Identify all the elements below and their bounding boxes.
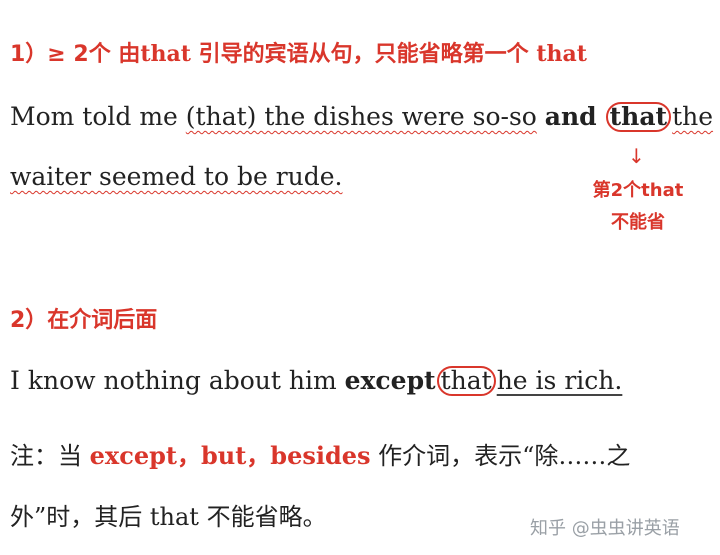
sentence-1-the: the bbox=[672, 102, 714, 131]
sentence-2-that-circled: that bbox=[436, 366, 496, 397]
note-prefix: 注：当 bbox=[10, 442, 90, 470]
annotation-line-1: 第2个that bbox=[592, 180, 684, 201]
note-prepositions: except，but，besides bbox=[89, 441, 371, 470]
watermark: 知乎 @虫虫讲英语 bbox=[530, 518, 680, 539]
note-suffix: 作介词，表示“除……之 bbox=[370, 442, 631, 470]
annotation-second-that: 第2个that 不能省 bbox=[588, 176, 688, 234]
sentence-2-rest: he is rich. bbox=[496, 366, 623, 395]
sentence-1-clause-2: waiter seemed to be rude. bbox=[10, 162, 343, 191]
sentence-2-except: except bbox=[344, 366, 436, 395]
sentence-1-clause-1: (that) the dishes were so-so bbox=[185, 102, 537, 131]
note-line-1: 注：当 except，but，besides 作介词，表示“除……之 bbox=[10, 436, 630, 471]
section-2-heading: 2）在介词后面 bbox=[10, 308, 158, 333]
section-1-title-mid: 由that bbox=[118, 41, 191, 67]
section-1-number: 1）≥ 2个 bbox=[10, 42, 111, 67]
note-line-2: 外”时，其后 that 不能省略。 bbox=[10, 503, 327, 531]
sentence-1-part-1: Mom told me bbox=[10, 102, 186, 131]
section-1-title-rest: 引导的宾语从句，只能省略第一个 bbox=[198, 42, 529, 67]
section-1-heading: 1）≥ 2个 由that 引导的宾语从句，只能省略第一个 that bbox=[10, 36, 587, 68]
example-sentence-1-line-2: waiter seemed to be rude. bbox=[10, 162, 343, 191]
annotation-line-2: 不能省 bbox=[611, 212, 665, 233]
sentence-1-and: and bbox=[544, 102, 597, 131]
example-sentence-2: I know nothing about him except that he is… bbox=[10, 366, 623, 397]
section-1-title-that: that bbox=[536, 41, 587, 67]
example-sentence-1: Mom told me (that) the dishes were so-so… bbox=[10, 102, 714, 133]
sentence-2-part-1: I know nothing about him bbox=[10, 366, 345, 395]
down-arrow-icon: ↓ bbox=[628, 144, 645, 168]
sentence-1-space bbox=[537, 102, 545, 131]
second-that-circled: that bbox=[605, 102, 672, 133]
